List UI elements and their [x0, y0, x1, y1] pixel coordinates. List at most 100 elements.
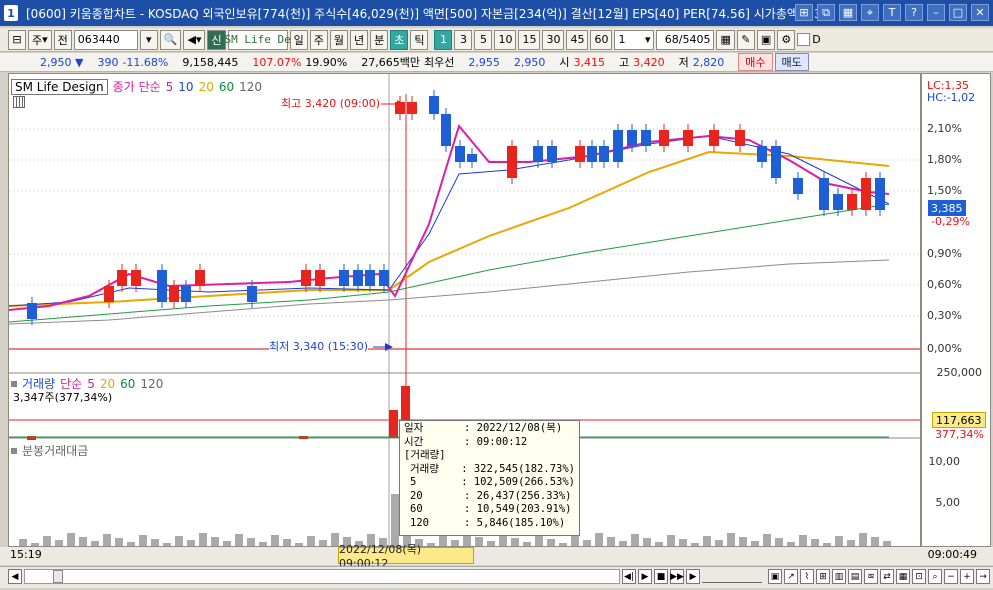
- grid-icon[interactable]: ▦: [716, 29, 735, 50]
- ma60-line: [9, 203, 890, 323]
- scroll-track[interactable]: [24, 569, 620, 584]
- candle: [157, 270, 167, 302]
- amount-bar: [739, 537, 747, 546]
- amount-bar: [307, 536, 315, 546]
- candle: [735, 130, 745, 146]
- scroll-thumb[interactable]: [53, 570, 63, 583]
- table-icon[interactable]: ▦: [896, 569, 910, 584]
- interval-15[interactable]: 15: [518, 29, 541, 50]
- best-ask: 2,955: [468, 55, 500, 69]
- interval-3[interactable]: 3: [454, 29, 473, 50]
- period-month[interactable]: 월: [329, 29, 348, 50]
- mode-select[interactable]: 주 ▾: [28, 29, 52, 50]
- sell-button[interactable]: 매도: [774, 53, 809, 71]
- period-week[interactable]: 주: [309, 29, 328, 50]
- gear-icon[interactable]: ⚙: [777, 29, 796, 50]
- period-day[interactable]: 일: [289, 29, 308, 50]
- scroll-right-icon[interactable]: ▶: [686, 569, 700, 584]
- speed-slider[interactable]: [702, 570, 762, 583]
- type-button[interactable]: 전: [53, 29, 72, 50]
- amount-bar: [247, 538, 255, 546]
- stop-icon[interactable]: ■: [654, 569, 668, 584]
- amount-bar: [391, 494, 399, 546]
- sound-icon[interactable]: ◀▾: [183, 29, 206, 50]
- zoom-icon[interactable]: ⌕: [928, 569, 942, 584]
- grid-toggle-icon[interactable]: [13, 96, 25, 108]
- candle-icon[interactable]: ▤: [848, 569, 862, 584]
- y-axis: LC:1,35 HC:-1,02 2,10% 1,80% 1,50% 0,90%…: [921, 73, 991, 547]
- save-icon[interactable]: ▣: [756, 29, 776, 50]
- interval-45[interactable]: 45: [566, 29, 589, 50]
- candle: [659, 130, 669, 146]
- zoom-out-icon[interactable]: −: [944, 569, 958, 584]
- search-icon[interactable]: 🔍: [159, 29, 182, 50]
- help-icon[interactable]: ?: [905, 4, 923, 21]
- amount-bar: [283, 539, 291, 546]
- dropdown-icon[interactable]: ▾: [139, 29, 158, 50]
- draw-icon[interactable]: ✎: [736, 29, 755, 50]
- close-icon[interactable]: ✕: [971, 4, 989, 21]
- minimize-icon[interactable]: –: [927, 4, 945, 21]
- candle: [861, 178, 871, 210]
- ma120-label: 120: [239, 79, 263, 94]
- text-icon[interactable]: T: [883, 4, 901, 21]
- amount-bar: [151, 539, 159, 546]
- amount-bar: [127, 542, 135, 546]
- period-year[interactable]: 년: [349, 29, 369, 50]
- interval-10[interactable]: 10: [494, 29, 517, 50]
- layout-icon[interactable]: ⊟: [8, 29, 26, 50]
- candle: [599, 146, 609, 162]
- period-tick[interactable]: 틱: [410, 29, 429, 50]
- buy-button[interactable]: 매수: [738, 53, 773, 71]
- amount-y-tick: 5,00: [935, 496, 961, 509]
- pin-icon[interactable]: ⌖: [861, 4, 879, 21]
- credit-icon[interactable]: 신: [207, 29, 226, 50]
- amount-bar: [67, 533, 75, 546]
- arrow-right-icon[interactable]: →: [976, 569, 990, 584]
- chart-tool-icon[interactable]: ↗: [784, 569, 798, 584]
- amount-bar: [91, 541, 99, 546]
- d-checkbox[interactable]: [797, 33, 811, 46]
- amount-bar: [727, 533, 735, 546]
- candle: [547, 146, 557, 162]
- candle: [247, 286, 257, 302]
- settings-icon[interactable]: ▣: [768, 569, 782, 584]
- period-minute[interactable]: 분: [370, 29, 389, 50]
- candle: [847, 194, 857, 210]
- trend-icon[interactable]: ≋: [864, 569, 878, 584]
- code-input[interactable]: 063440: [73, 29, 138, 50]
- interval-1[interactable]: 1: [434, 29, 453, 50]
- tooltip-time: 09:00:12: [476, 435, 528, 448]
- zoom-in-icon[interactable]: +: [960, 569, 974, 584]
- table-icon[interactable]: ▦: [839, 4, 857, 21]
- play-back-icon[interactable]: ◀|: [622, 569, 636, 584]
- scroll-left-icon[interactable]: ◀: [8, 569, 22, 584]
- bar-icon[interactable]: ▥: [832, 569, 846, 584]
- interval-30[interactable]: 30: [542, 29, 565, 50]
- interval-5[interactable]: 5: [474, 29, 493, 50]
- interval-60[interactable]: 60: [590, 29, 613, 50]
- y-tick: 2,10%: [927, 122, 962, 135]
- line-tool-icon[interactable]: ⌇: [800, 569, 814, 584]
- y-tick: 0,60%: [927, 278, 962, 291]
- scrollbar[interactable]: ◀ ◀| ▶ ■ ▶▶ ▶ ▣ ↗ ⌇ ⊞ ▥ ▤ ≋ ⇄ ▦ ⊡ ⌕ − + …: [0, 566, 993, 588]
- amount-bar: [535, 535, 543, 546]
- capture-icon[interactable]: ⊡: [912, 569, 926, 584]
- fit-icon[interactable]: ⇄: [880, 569, 894, 584]
- play-icon[interactable]: ▶: [638, 569, 652, 584]
- copy-icon[interactable]: ⧉: [817, 4, 835, 21]
- ma10-label: 10: [178, 79, 194, 94]
- stock-name: SM Life De: [224, 29, 291, 50]
- trade-amount: 27,665백만: [361, 56, 420, 69]
- turnover: 19.90%: [305, 55, 348, 69]
- split-icon[interactable]: ⊞: [816, 569, 830, 584]
- maximize-icon[interactable]: □: [949, 4, 967, 21]
- period-second[interactable]: 초: [390, 29, 409, 50]
- low-price: 2,820: [692, 55, 725, 69]
- candle: [709, 130, 719, 146]
- count-select[interactable]: 1 ▾: [614, 29, 655, 50]
- candle: [587, 146, 597, 162]
- link-icon[interactable]: ⊞: [795, 4, 813, 21]
- amount-bar: [547, 539, 555, 546]
- play-forward-icon[interactable]: ▶▶: [670, 569, 684, 584]
